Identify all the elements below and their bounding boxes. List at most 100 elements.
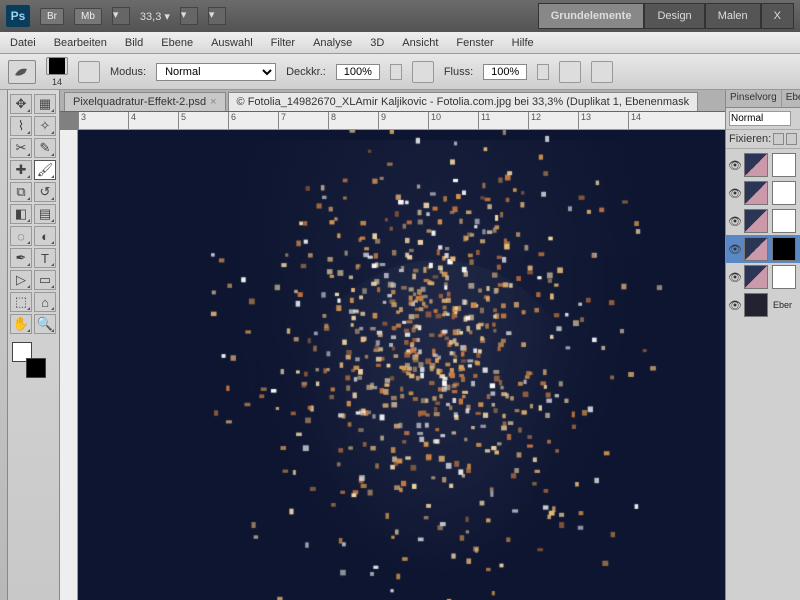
- close-icon[interactable]: ×: [210, 96, 216, 108]
- panel-tab-layers[interactable]: Eber: [782, 90, 800, 107]
- canvas[interactable]: [78, 130, 725, 600]
- layer-thumb[interactable]: [744, 293, 768, 317]
- menu-bild[interactable]: Bild: [125, 37, 143, 49]
- marquee-tool[interactable]: ▦: [34, 94, 56, 114]
- 3d-camera-tool[interactable]: ⌂: [34, 292, 56, 312]
- flow-input[interactable]: [483, 64, 527, 80]
- workspace-tab-design[interactable]: Design: [644, 3, 704, 29]
- document-tab-1[interactable]: Pixelquadratur-Effekt-2.psd×: [64, 92, 226, 111]
- opacity-pressure-toggle[interactable]: [412, 61, 434, 83]
- lasso-tool[interactable]: ⌇: [10, 116, 32, 136]
- layer-thumb[interactable]: [744, 153, 768, 177]
- workspace-tab-grundelemente[interactable]: Grundelemente: [538, 3, 645, 29]
- menu-filter[interactable]: Filter: [271, 37, 295, 49]
- eyedropper-tool[interactable]: ✎: [34, 138, 56, 158]
- zoom-level[interactable]: 33,3 ▾: [140, 10, 170, 23]
- lock-position-icon[interactable]: [786, 133, 797, 145]
- visibility-icon[interactable]: 👁: [728, 214, 742, 228]
- layer-row[interactable]: 👁: [726, 151, 800, 179]
- panels-dock: Pinselvorg Eber Fixieren: 👁 👁 👁 👁 👁 👁Ebe…: [725, 90, 800, 600]
- blend-mode-select[interactable]: Normal: [156, 63, 276, 81]
- wand-tool[interactable]: ✧: [34, 116, 56, 136]
- zoom-tool[interactable]: 🔍: [34, 314, 56, 334]
- visibility-icon[interactable]: 👁: [728, 242, 742, 256]
- crop-tool[interactable]: ✂: [10, 138, 32, 158]
- layer-row[interactable]: 👁: [726, 179, 800, 207]
- brush-icon: [13, 65, 31, 79]
- flow-label: Fluss:: [444, 66, 473, 78]
- panel-tabs: Pinselvorg Eber: [726, 90, 800, 108]
- brush-preset-picker[interactable]: [46, 57, 68, 75]
- size-pressure-toggle[interactable]: [591, 61, 613, 83]
- visibility-icon[interactable]: 👁: [728, 158, 742, 172]
- layer-blend-select[interactable]: [729, 111, 791, 126]
- app-titlebar: Ps Br Mb ▾ 33,3 ▾ ▾ ▾ Grundelemente Desi…: [0, 0, 800, 32]
- layer-thumb[interactable]: [744, 209, 768, 233]
- gradient-tool[interactable]: ▤: [34, 204, 56, 224]
- layers-list: 👁 👁 👁 👁 👁 👁 Eber: [726, 149, 800, 321]
- layer-row[interactable]: 👁: [726, 207, 800, 235]
- layer-name[interactable]: Eber: [773, 300, 792, 310]
- vertical-ruler[interactable]: [60, 130, 78, 600]
- layer-thumb[interactable]: [744, 265, 768, 289]
- opacity-flyout[interactable]: [390, 64, 402, 80]
- mode-label: Modus:: [110, 66, 146, 78]
- visibility-icon[interactable]: 👁: [728, 270, 742, 284]
- visibility-icon[interactable]: 👁: [728, 298, 742, 312]
- layer-thumb[interactable]: [744, 181, 768, 205]
- move-tool[interactable]: ✥: [10, 94, 32, 114]
- flow-flyout[interactable]: [537, 64, 549, 80]
- stamp-tool[interactable]: ⧉: [10, 182, 32, 202]
- menu-hilfe[interactable]: Hilfe: [512, 37, 534, 49]
- layer-thumb[interactable]: [744, 237, 768, 261]
- blur-tool[interactable]: ◌: [10, 226, 32, 246]
- visibility-icon[interactable]: 👁: [728, 186, 742, 200]
- type-tool[interactable]: T: [34, 248, 56, 268]
- layout-dropdown[interactable]: ▾: [112, 7, 130, 25]
- menu-auswahl[interactable]: Auswahl: [211, 37, 253, 49]
- layer-mask-thumb[interactable]: [772, 153, 796, 177]
- workspace-tab-extra[interactable]: X: [761, 3, 794, 29]
- layer-mask-thumb[interactable]: [772, 209, 796, 233]
- screenmode-dropdown[interactable]: ▾: [208, 7, 226, 25]
- workspace-switcher: Grundelemente Design Malen X: [538, 3, 794, 29]
- hand-tool[interactable]: ✋: [10, 314, 32, 334]
- layer-row[interactable]: 👁: [726, 263, 800, 291]
- brush-panel-toggle[interactable]: [78, 61, 100, 83]
- layer-mask-thumb[interactable]: [772, 237, 796, 261]
- layer-row[interactable]: 👁 Eber: [726, 291, 800, 319]
- menu-fenster[interactable]: Fenster: [456, 37, 493, 49]
- heal-tool[interactable]: ✚: [10, 160, 32, 180]
- path-select-tool[interactable]: ▷: [10, 270, 32, 290]
- dodge-tool[interactable]: ◐: [34, 226, 56, 246]
- layer-mask-thumb[interactable]: [772, 181, 796, 205]
- current-tool-icon[interactable]: [8, 60, 36, 84]
- workspace-tab-malen[interactable]: Malen: [705, 3, 761, 29]
- color-swatches[interactable]: [10, 342, 50, 378]
- menu-datei[interactable]: Datei: [10, 37, 36, 49]
- 3d-tool[interactable]: ⬚: [10, 292, 32, 312]
- lock-pixels-icon[interactable]: [773, 133, 784, 145]
- menu-ebene[interactable]: Ebene: [161, 37, 193, 49]
- menu-analyse[interactable]: Analyse: [313, 37, 352, 49]
- layer-mask-thumb[interactable]: [772, 265, 796, 289]
- menu-ansicht[interactable]: Ansicht: [402, 37, 438, 49]
- background-color[interactable]: [26, 358, 46, 378]
- minibridge-button[interactable]: Mb: [74, 8, 102, 25]
- airbrush-toggle[interactable]: [559, 61, 581, 83]
- opacity-input[interactable]: [336, 64, 380, 80]
- menu-bearbeiten[interactable]: Bearbeiten: [54, 37, 107, 49]
- pen-tool[interactable]: ✒: [10, 248, 32, 268]
- document-tab-2[interactable]: © Fotolia_14982670_XLAmir Kaljikovic - F…: [228, 92, 699, 111]
- ps-logo: Ps: [6, 5, 30, 27]
- eraser-tool[interactable]: ◧: [10, 204, 32, 224]
- layer-row[interactable]: 👁: [726, 235, 800, 263]
- panel-tab-brush[interactable]: Pinselvorg: [726, 90, 782, 107]
- history-brush-tool[interactable]: ↺: [34, 182, 56, 202]
- shape-tool[interactable]: ▭: [34, 270, 56, 290]
- horizontal-ruler[interactable]: 34567891011121314: [78, 112, 725, 130]
- arrange-dropdown[interactable]: ▾: [180, 7, 198, 25]
- brush-tool[interactable]: 🖌: [34, 160, 56, 180]
- bridge-button[interactable]: Br: [40, 8, 64, 25]
- menu-3d[interactable]: 3D: [370, 37, 384, 49]
